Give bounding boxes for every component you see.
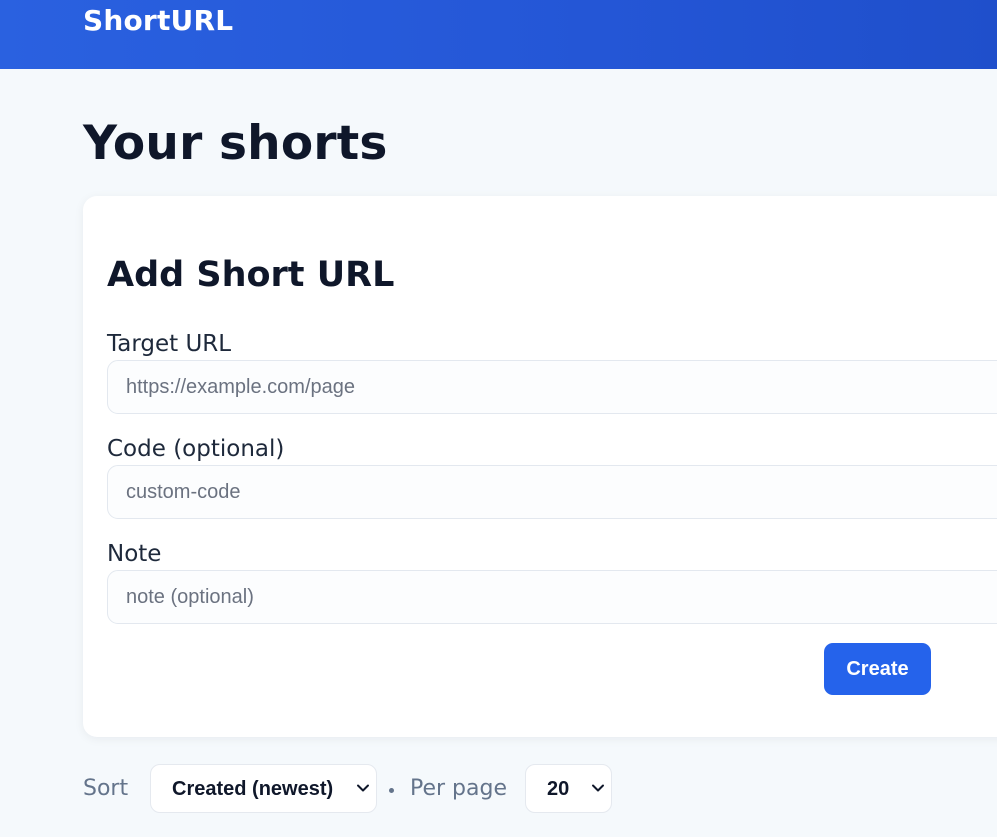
target-url-label: Target URL	[107, 331, 232, 357]
separator-dot	[389, 788, 394, 793]
add-short-url-card: Add Short URL Target URL Code (optional)…	[83, 196, 997, 737]
add-short-url-heading: Add Short URL	[107, 255, 395, 295]
per-page-label: Per page	[410, 776, 508, 801]
page-title: Your shorts	[83, 116, 388, 171]
brand-logo-text[interactable]: ShortURL	[83, 4, 233, 37]
note-label: Note	[107, 541, 162, 567]
chevron-down-icon	[592, 784, 604, 792]
note-input[interactable]	[107, 570, 997, 624]
top-nav-bar: ShortURL	[0, 0, 997, 69]
chevron-down-icon	[357, 784, 369, 792]
target-url-input[interactable]	[107, 360, 997, 414]
sort-label: Sort	[83, 776, 129, 801]
per-page-select[interactable]: 20	[525, 764, 612, 813]
code-input[interactable]	[107, 465, 997, 519]
create-button[interactable]: Create	[824, 643, 931, 695]
code-label: Code (optional)	[107, 436, 285, 462]
sort-select-value: Created (newest)	[172, 778, 334, 800]
sort-select[interactable]: Created (newest)	[150, 764, 377, 813]
per-page-select-value: 20	[547, 778, 570, 800]
list-controls: Sort Created (newest) Per page 20	[0, 764, 997, 814]
